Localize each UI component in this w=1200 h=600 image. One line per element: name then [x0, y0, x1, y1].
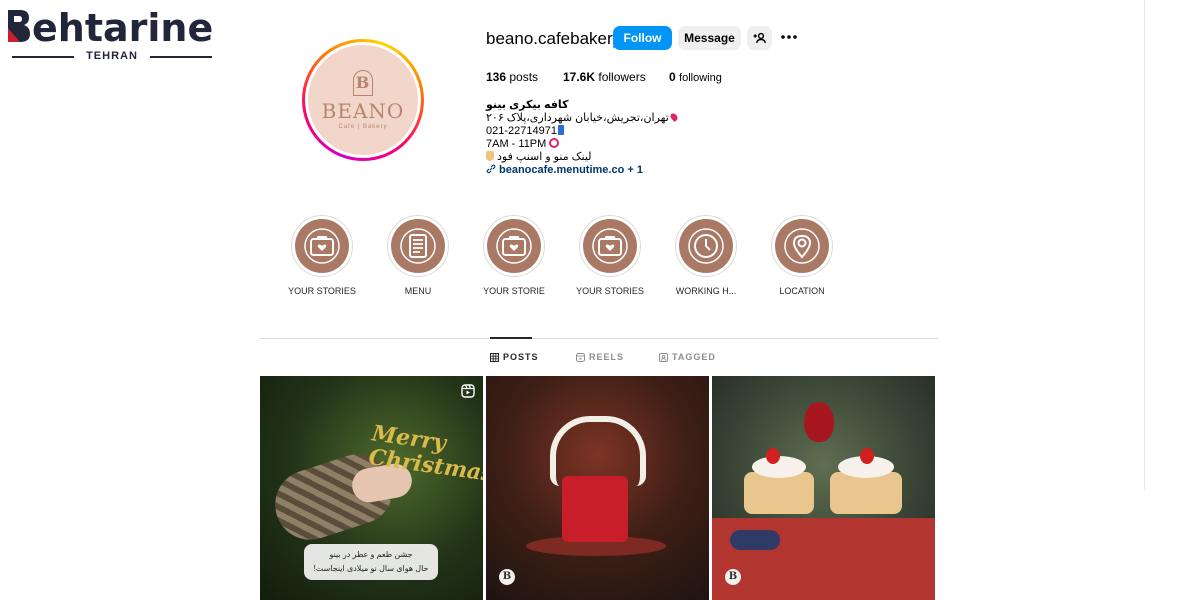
- followers-label: followers: [598, 70, 646, 84]
- post-caption-line: جشن طعم و عطر در بینو: [329, 550, 413, 559]
- post-image-ornament: [804, 402, 834, 442]
- posts-label: posts: [509, 70, 539, 84]
- avatar-brand-subtitle: Cafe | Bakery: [338, 124, 388, 130]
- bio-name: کافه بیکری بینو: [486, 99, 569, 111]
- post-image-strawberry: [766, 448, 780, 464]
- followers-count: 17.6K: [563, 70, 596, 84]
- following-count: 0: [669, 70, 676, 84]
- suggest-users-button[interactable]: [747, 26, 772, 50]
- highlight-label: YOUR STORIE: [483, 286, 545, 296]
- bio-phone-line: 021-22714971: [486, 125, 564, 138]
- highlight-your-stories[interactable]: YOUR STORIES: [282, 215, 362, 296]
- post-tile-2[interactable]: B: [486, 376, 709, 600]
- pin-icon: [668, 112, 679, 122]
- bio-hours-line: 7AM - 11PM: [486, 138, 560, 151]
- highlight-label: YOUR STORIES: [576, 286, 644, 296]
- post-image-cheesecake: [830, 472, 902, 514]
- phone-icon: [557, 125, 564, 135]
- avatar-badge: B: [353, 70, 373, 96]
- post-image-strawberry: [860, 448, 874, 464]
- highlight-your-storie[interactable]: YOUR STORIE: [474, 215, 554, 296]
- post-caption-box: جشن طعم و عطر در بینو حال هوای سال نو می…: [304, 544, 438, 580]
- watermark-brand: ehtarine: [6, 6, 213, 50]
- message-button[interactable]: Message: [678, 26, 741, 50]
- reels-icon: [576, 353, 585, 362]
- highlight-location[interactable]: LOCATION: [762, 215, 842, 296]
- following-stat[interactable]: 0 following: [669, 70, 722, 84]
- more-icon[interactable]: [780, 30, 798, 44]
- bio-menu-text: لینک منو و اسنپ فود: [497, 151, 592, 163]
- highlight-label: WORKING H...: [675, 286, 737, 296]
- watermark-city: TEHRAN: [12, 50, 212, 62]
- camera-heart-icon: [304, 228, 340, 264]
- profile-avatar[interactable]: B BEANO Cafe | Bakery: [308, 45, 418, 155]
- avatar-brand-name: BEANO: [321, 99, 405, 123]
- page-divider: [1144, 0, 1145, 490]
- highlight-label: MENU: [404, 286, 432, 296]
- following-label: following: [679, 72, 722, 84]
- bio-address-line: تهران،تجریش،خیابان شهرداری،پلاک ۲۰۶: [486, 112, 679, 125]
- brand-initial-icon: [8, 10, 30, 42]
- highlight-working-hours[interactable]: WORKING H...: [666, 215, 746, 296]
- active-tab-indicator: [490, 337, 532, 339]
- post-brand-logo: B: [725, 569, 741, 585]
- tab-reels[interactable]: REELS: [576, 352, 624, 362]
- follow-button[interactable]: Follow: [613, 26, 672, 50]
- watermark-logo: ehtarine TEHRAN: [6, 6, 216, 62]
- posts-count: 136: [486, 70, 507, 84]
- post-image-red-cake: [562, 476, 628, 542]
- post-tile-1[interactable]: Merry Christmas جشن طعم و عطر در بینو حا…: [260, 376, 483, 600]
- camera-heart-icon: [592, 228, 628, 264]
- followers-stat[interactable]: 17.6K followers: [563, 70, 646, 84]
- alarm-clock-icon: [549, 138, 560, 148]
- add-user-icon: [753, 32, 766, 44]
- highlight-label: YOUR STORIES: [288, 286, 356, 296]
- reel-badge-icon: [461, 384, 475, 398]
- tab-posts[interactable]: POSTS: [490, 352, 539, 362]
- grid-icon: [490, 353, 499, 362]
- location-pin-icon: [784, 228, 820, 264]
- profile-avatar-ring[interactable]: B BEANO Cafe | Bakery: [302, 39, 424, 161]
- camera-heart-icon: [496, 228, 532, 264]
- bio-menu-line: لینک منو و اسنپ فود: [486, 151, 592, 164]
- menu-list-icon: [400, 228, 436, 264]
- post-brand-logo: B: [499, 569, 515, 585]
- profile-username: beano.cafebakery: [486, 29, 622, 48]
- highlight-your-stories-2[interactable]: YOUR STORIES: [570, 215, 650, 296]
- highlight-label: LOCATION: [779, 286, 825, 296]
- bio-link[interactable]: beanocafe.menutime.co: [499, 164, 624, 176]
- bio-address: تهران،تجریش،خیابان شهرداری،پلاک ۲۰۶: [486, 112, 669, 124]
- post-image-blueberries: [730, 530, 780, 550]
- posts-stat: 136 posts: [486, 70, 538, 84]
- bio-phone: 021-22714971: [486, 125, 557, 137]
- bio-link-line[interactable]: beanocafe.menutime.co + 1: [486, 164, 643, 177]
- tagged-icon: [659, 353, 668, 362]
- post-tile-3[interactable]: B: [712, 376, 935, 600]
- link-icon: [486, 164, 496, 174]
- post-caption-line: حال هوای سال نو میلادی اینجاست!: [313, 564, 429, 573]
- post-image-cheesecake: [744, 472, 814, 514]
- highlight-menu[interactable]: MENU: [378, 215, 458, 296]
- watermark-brand-text: ehtarine: [32, 6, 214, 50]
- tabs-divider: [260, 338, 938, 339]
- clock-icon: [688, 228, 724, 264]
- bio-link-more[interactable]: + 1: [624, 164, 643, 176]
- bio-hours: 7AM - 11PM: [486, 138, 547, 150]
- tab-tagged[interactable]: TAGGED: [659, 352, 716, 362]
- pointing-hand-icon: [486, 151, 494, 161]
